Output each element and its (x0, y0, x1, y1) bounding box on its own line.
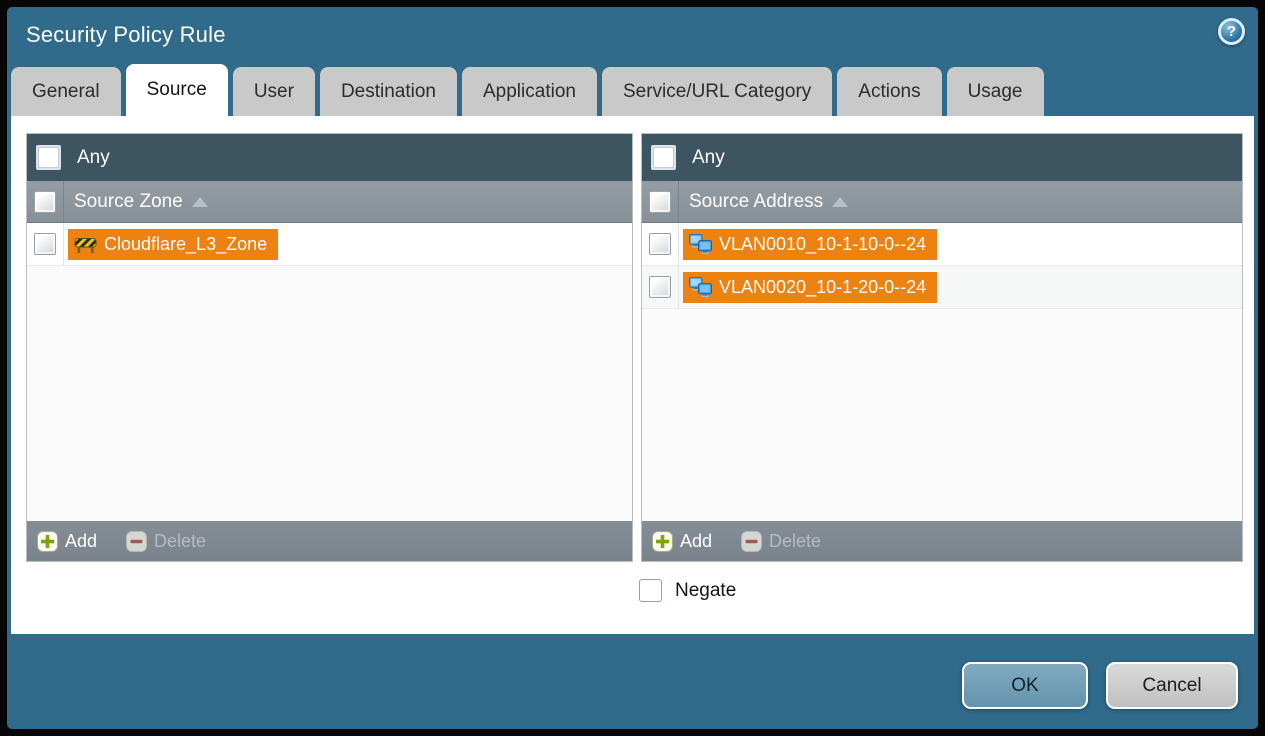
help-glyph: ? (1226, 23, 1237, 40)
source-zone-rows: Cloudflare_L3_Zone (27, 223, 632, 521)
delete-icon (741, 530, 763, 552)
sort-ascending-icon (191, 196, 208, 207)
source-address-add-button[interactable]: Add (652, 530, 713, 552)
source-zone-any-checkbox[interactable] (36, 145, 61, 170)
negate-checkbox[interactable] (639, 579, 662, 602)
source-address-any-label: Any (692, 146, 725, 168)
source-zone-any-label: Any (77, 146, 110, 168)
source-address-select-all-cell (642, 181, 679, 222)
delete-label: Delete (154, 530, 207, 551)
ok-button[interactable]: OK (962, 662, 1088, 709)
source-address-delete-button[interactable]: Delete (741, 530, 822, 552)
tab-bar: General Source User Destination Applicat… (11, 64, 1044, 116)
source-address-row-checkbox[interactable] (649, 276, 671, 298)
source-address-column-title[interactable]: Source Address (679, 181, 849, 222)
source-zone-footer: Add Delete (27, 521, 632, 561)
negate-label: Negate (675, 579, 737, 601)
source-zone-item-label: Cloudflare_L3_Zone (104, 233, 268, 254)
source-zone-row[interactable]: Cloudflare_L3_Zone (27, 223, 632, 266)
add-label: Add (65, 530, 98, 551)
tab-service-url-category[interactable]: Service/URL Category (601, 67, 833, 116)
address-icon (689, 276, 712, 297)
source-zone-item[interactable]: Cloudflare_L3_Zone (68, 228, 279, 260)
source-zone-panel: Any Source Zone Cloudflare_L3_Zone Add D… (26, 133, 633, 562)
source-address-item[interactable]: VLAN0010_10-1-10-0--24 (683, 228, 938, 260)
help-icon[interactable]: ? (1218, 18, 1245, 45)
source-zone-row-checkbox[interactable] (34, 233, 56, 255)
sort-ascending-icon (832, 196, 849, 207)
source-address-column-label: Source Address (689, 190, 824, 212)
source-address-item[interactable]: VLAN0020_10-1-20-0--24 (683, 271, 938, 303)
source-address-row[interactable]: VLAN0020_10-1-20-0--24 (642, 266, 1242, 309)
delete-icon (126, 530, 148, 552)
source-zone-add-button[interactable]: Add (37, 530, 98, 552)
source-zone-delete-button[interactable]: Delete (126, 530, 207, 552)
tab-source[interactable]: Source (125, 64, 228, 116)
source-address-any-header: Any (642, 134, 1242, 181)
cancel-button[interactable]: Cancel (1106, 662, 1238, 709)
source-address-item-label: VLAN0020_10-1-20-0--24 (719, 276, 927, 297)
tab-actions[interactable]: Actions (837, 67, 942, 116)
dialog-title: Security Policy Rule (26, 22, 226, 47)
tab-usage[interactable]: Usage (946, 67, 1044, 116)
source-tab-content: Any Source Zone Cloudflare_L3_Zone Add D… (11, 116, 1254, 634)
address-icon (689, 233, 712, 254)
source-address-column-header: Source Address (642, 181, 1242, 223)
source-address-rows: VLAN0010_10-1-10-0--24 VLAN0020_10-1-20-… (642, 223, 1242, 521)
source-zone-select-all-checkbox[interactable] (34, 190, 56, 213)
title-bar: Security Policy Rule ? (7, 7, 1258, 65)
source-zone-column-label: Source Zone (74, 190, 183, 212)
row-checkbox-cell (27, 223, 64, 265)
source-address-row[interactable]: VLAN0010_10-1-10-0--24 (642, 223, 1242, 266)
tab-user[interactable]: User (232, 67, 315, 116)
source-zone-any-header: Any (27, 134, 632, 181)
source-address-row-checkbox[interactable] (649, 233, 671, 255)
row-checkbox-cell (642, 223, 679, 265)
delete-label: Delete (769, 530, 822, 551)
source-zone-column-header: Source Zone (27, 181, 632, 223)
add-icon (37, 530, 58, 552)
add-icon (652, 530, 673, 552)
source-address-footer: Add Delete (642, 521, 1242, 561)
source-zone-column-title[interactable]: Source Zone (64, 181, 208, 222)
tab-general[interactable]: General (11, 67, 121, 116)
source-address-select-all-checkbox[interactable] (649, 190, 671, 213)
source-address-any-checkbox[interactable] (651, 145, 676, 170)
tab-destination[interactable]: Destination (319, 67, 457, 116)
source-address-item-label: VLAN0010_10-1-10-0--24 (719, 233, 927, 254)
negate-row: Negate (639, 579, 736, 602)
source-zone-select-all-cell (27, 181, 64, 222)
zone-icon (74, 237, 97, 253)
row-checkbox-cell (642, 266, 679, 308)
security-policy-rule-dialog: Security Policy Rule ? General Source Us… (7, 7, 1258, 729)
source-address-panel: Any Source Address VLAN0010_10-1-10-0--2… (641, 133, 1243, 562)
add-label: Add (680, 530, 713, 551)
tab-application[interactable]: Application (462, 67, 597, 116)
